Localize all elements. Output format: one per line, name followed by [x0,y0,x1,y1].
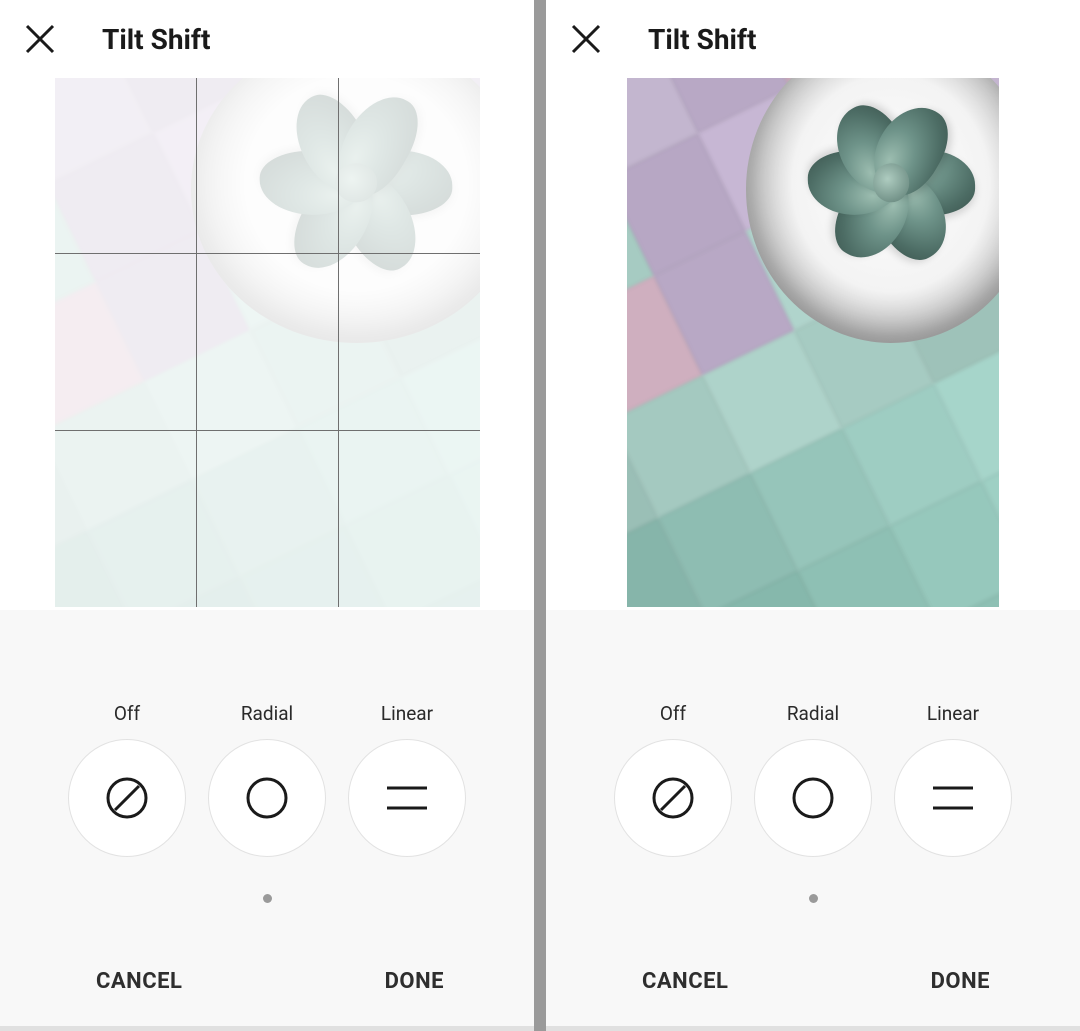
off-icon [650,775,696,821]
close-button[interactable] [20,19,60,59]
option-label-radial: Radial [241,702,293,725]
option-off: Off [62,702,192,857]
option-linear: Linear [888,702,1018,857]
photo-plant [240,78,472,290]
option-label-off: Off [660,702,686,725]
option-off: Off [608,702,738,857]
controls-area: Off Radial Linear CANCEL DONE [0,610,534,1031]
off-icon [104,775,150,821]
header: Tilt Shift [0,0,534,78]
photo-pot [746,78,999,343]
option-button-off[interactable] [68,739,186,857]
page-title: Tilt Shift [648,23,756,56]
option-radial: Radial [202,702,332,857]
bottom-edge [0,1026,534,1031]
screen-right: Tilt Shift Off Radial [546,0,1080,1031]
done-button[interactable]: DONE [931,969,990,994]
linear-icon [925,770,981,826]
linear-icon [379,770,435,826]
option-button-radial[interactable] [208,739,326,857]
page-title: Tilt Shift [102,23,210,56]
photo-pot [191,78,480,343]
cancel-button[interactable]: CANCEL [96,969,182,994]
option-label-linear: Linear [927,702,979,725]
photo-preview[interactable] [55,78,480,607]
controls-area: Off Radial Linear CANCEL DONE [546,610,1080,1031]
radial-icon [244,775,290,821]
done-button[interactable]: DONE [385,969,444,994]
option-button-linear[interactable] [894,739,1012,857]
option-label-off: Off [114,702,140,725]
footer: CANCEL DONE [0,945,534,1031]
photo-plant [790,78,993,290]
option-button-off[interactable] [614,739,732,857]
canvas-area [546,78,1080,610]
footer: CANCEL DONE [546,945,1080,1031]
bottom-edge [546,1026,1080,1031]
screen-left: Tilt Shift Off [0,0,534,1031]
canvas-area [0,78,534,610]
option-label-radial: Radial [787,702,839,725]
page-indicator-dot [263,894,272,903]
close-icon [23,22,57,56]
page-indicator-dot [809,894,818,903]
option-linear: Linear [342,702,472,857]
option-button-linear[interactable] [348,739,466,857]
cancel-button[interactable]: CANCEL [642,969,728,994]
photo-preview[interactable] [627,78,999,607]
option-label-linear: Linear [381,702,433,725]
option-button-radial[interactable] [754,739,872,857]
header: Tilt Shift [546,0,1080,78]
close-button[interactable] [566,19,606,59]
close-icon [569,22,603,56]
radial-icon [790,775,836,821]
tilt-shift-options: Off Radial Linear [62,702,472,857]
option-radial: Radial [748,702,878,857]
tilt-shift-options: Off Radial Linear [608,702,1018,857]
